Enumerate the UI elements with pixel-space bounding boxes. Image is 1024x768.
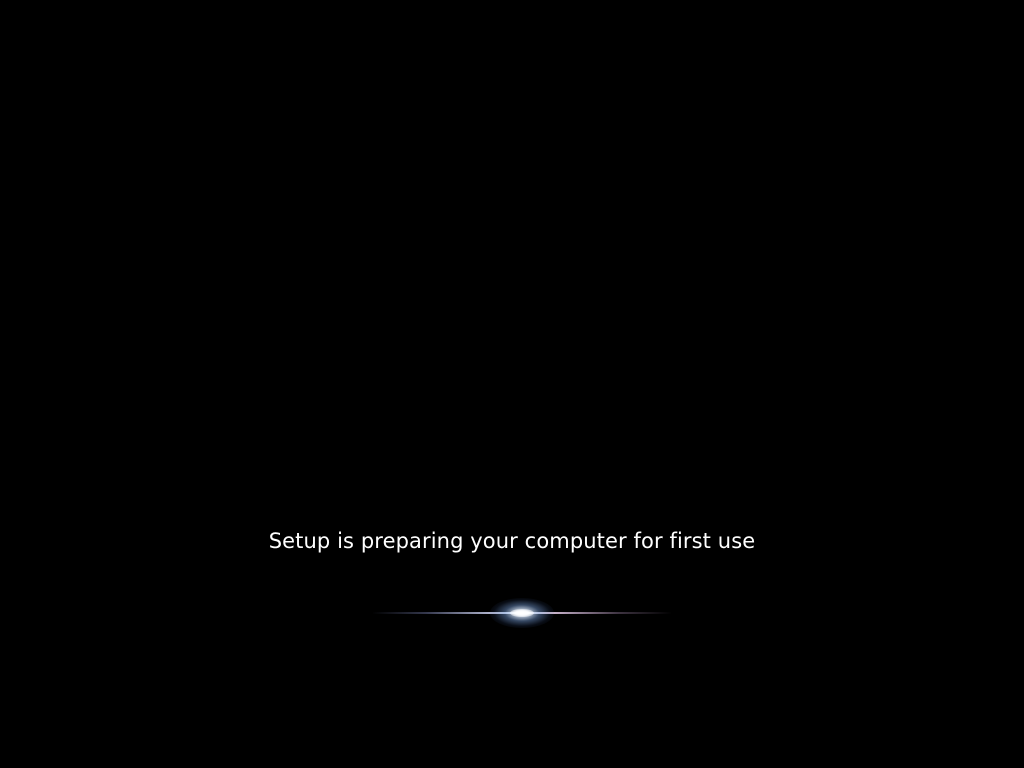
light-streak-core: [510, 609, 534, 617]
setup-status-message: Setup is preparing your computer for fir…: [268, 529, 756, 553]
light-streak-icon: [372, 592, 672, 634]
setup-screen: Setup is preparing your computer for fir…: [0, 0, 1024, 768]
